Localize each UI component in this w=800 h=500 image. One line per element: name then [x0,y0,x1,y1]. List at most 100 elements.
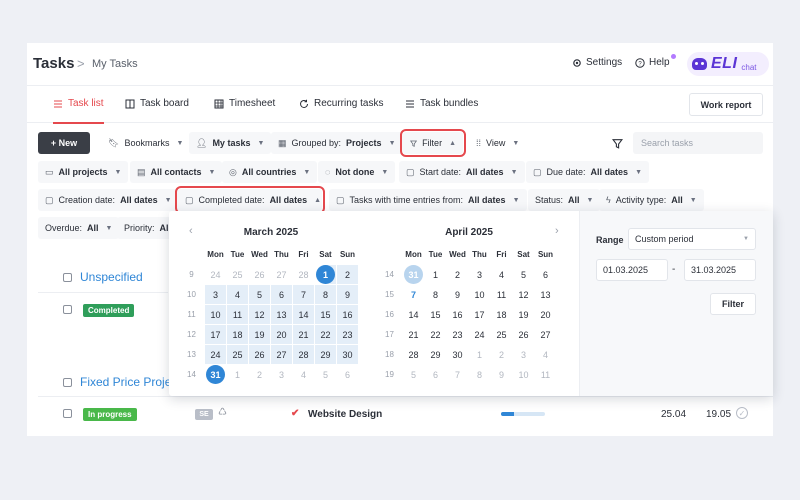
calendar-day[interactable]: 24 [205,265,226,284]
calendar-day[interactable]: 3 [205,285,226,304]
calendar-day[interactable]: 28 [293,265,314,284]
task-name[interactable]: Website Design [308,409,382,420]
calendar-day[interactable]: 13 [271,305,292,324]
calendar-day[interactable]: 10 [469,285,490,304]
tab-recurring-tasks[interactable]: Recurring tasks [299,98,383,109]
calendar-day[interactable]: 4 [293,365,314,384]
calendar-day[interactable]: 18 [491,305,512,324]
calendar-day[interactable]: 15 [425,305,446,324]
calendar-day[interactable]: 23 [337,325,358,344]
calendar-day[interactable]: 3 [513,345,534,364]
date-from-input[interactable]: 01.03.2025 [596,259,668,281]
calendar-day[interactable]: 6 [337,365,358,384]
calendar-day[interactable]: 15 [315,305,336,324]
tab-timesheet[interactable]: Timesheet [214,98,275,109]
next-month-button[interactable]: › [555,225,559,237]
grouped-by-dropdown[interactable]: ▦ Grouped by: Projects ▼ [271,132,403,154]
new-task-button[interactable]: + New [38,132,90,154]
breadcrumb[interactable]: My Tasks [92,58,138,70]
calendar-day[interactable]: 31 [403,265,424,284]
settings-button[interactable]: Settings [572,57,622,68]
calendar-day[interactable]: 9 [491,365,512,384]
status-dropdown[interactable]: Status: All ▼ [528,189,601,211]
calendar-day[interactable]: 13 [535,285,556,304]
calendar-day[interactable]: 4 [491,265,512,284]
date-to-input[interactable]: 31.03.2025 [684,259,756,281]
calendar-day[interactable]: 10 [513,365,534,384]
all-contacts-dropdown[interactable]: ▤ All contacts ▼ [130,161,223,183]
work-report-button[interactable]: Work report [689,93,763,116]
calendar-day[interactable]: 27 [535,325,556,344]
calendar-day[interactable]: 12 [513,285,534,304]
calendar-day[interactable]: 24 [469,325,490,344]
calendar-day[interactable]: 24 [205,345,226,364]
status-done-dropdown[interactable]: ◌ Not done ▼ [318,161,396,183]
calendar-day[interactable]: 28 [293,345,314,364]
calendar-day[interactable]: 22 [315,325,336,344]
group-title-fixed-price[interactable]: Fixed Price Proje [80,375,171,389]
calendar-day[interactable]: 1 [469,345,490,364]
calendar-day[interactable]: 11 [535,365,556,384]
calendar-day[interactable]: 5 [513,265,534,284]
group-checkbox[interactable] [63,273,72,282]
bookmarks-dropdown[interactable]: 🔖︎ Bookmarks ▼ [101,132,190,154]
all-countries-dropdown[interactable]: ◎ All countries ▼ [222,161,318,183]
calendar-day[interactable]: 2 [447,265,468,284]
calendar-day[interactable]: 4 [535,345,556,364]
calendar-day[interactable]: 5 [403,365,424,384]
calendar-day[interactable]: 11 [227,305,248,324]
calendar-day[interactable]: 17 [469,305,490,324]
task-checkbox[interactable] [63,409,72,418]
view-dropdown[interactable]: ⁞⁞ View ▼ [469,132,526,154]
calendar-day[interactable]: 11 [491,285,512,304]
calendar-day[interactable]: 8 [315,285,336,304]
calendar-day[interactable]: 28 [403,345,424,364]
calendar-day[interactable]: 18 [227,325,248,344]
calendar-day[interactable]: 1 [425,265,446,284]
search-input[interactable] [633,132,763,154]
calendar-day[interactable]: 6 [271,285,292,304]
calendar-day[interactable]: 30 [447,345,468,364]
tab-task-list[interactable]: Task list [53,98,104,124]
calendar-day[interactable]: 20 [271,325,292,344]
calendar-day[interactable]: 16 [447,305,468,324]
calendar-day[interactable]: 8 [425,285,446,304]
due-date-dropdown[interactable]: ▢ Due date: All dates ▼ [526,161,649,183]
completed-date-dropdown[interactable]: ▢ Completed date: All dates ▲ [175,186,325,214]
calendar-day[interactable]: 3 [469,265,490,284]
assignee-avatar[interactable]: SE [195,409,213,420]
range-select[interactable]: Custom period ▼ [628,228,756,250]
calendar-day[interactable]: 1 [315,265,336,284]
calendar-day[interactable]: 12 [249,305,270,324]
group-title-unspecified[interactable]: Unspecified [80,270,143,284]
calendar-day[interactable]: 8 [469,365,490,384]
eli-chat-button[interactable]: ELI chat [687,52,769,76]
my-tasks-dropdown[interactable]: 👤︎ My tasks ▼ [189,132,272,154]
calendar-day[interactable]: 2 [337,265,358,284]
calendar-day[interactable]: 26 [249,265,270,284]
calendar-day[interactable]: 29 [315,345,336,364]
calendar-day[interactable]: 1 [227,365,248,384]
calendar-day[interactable]: 4 [227,285,248,304]
calendar-day[interactable]: 14 [293,305,314,324]
calendar-day[interactable]: 31 [205,365,226,384]
calendar-day[interactable]: 21 [293,325,314,344]
calendar-day[interactable]: 29 [425,345,446,364]
calendar-day[interactable]: 2 [249,365,270,384]
calendar-day[interactable]: 5 [315,365,336,384]
help-button[interactable]: ? Help [635,54,676,68]
calendar-day[interactable]: 27 [271,265,292,284]
group-checkbox[interactable] [63,378,72,387]
calendar-day[interactable]: 7 [403,285,424,304]
tab-task-board[interactable]: Task board [125,98,189,109]
filter-button[interactable]: Filter ▲ [400,129,466,157]
calendar-day[interactable]: 16 [337,305,358,324]
task-checkbox[interactable] [63,305,72,314]
calendar-day[interactable]: 19 [249,325,270,344]
calendar-day[interactable]: 25 [491,325,512,344]
apply-filter-button[interactable]: Filter [710,293,756,315]
calendar-day[interactable]: 17 [205,325,226,344]
calendar-day[interactable]: 6 [535,265,556,284]
calendar-day[interactable]: 9 [447,285,468,304]
time-entries-dropdown[interactable]: ▢ Tasks with time entries from: All date… [329,189,527,211]
